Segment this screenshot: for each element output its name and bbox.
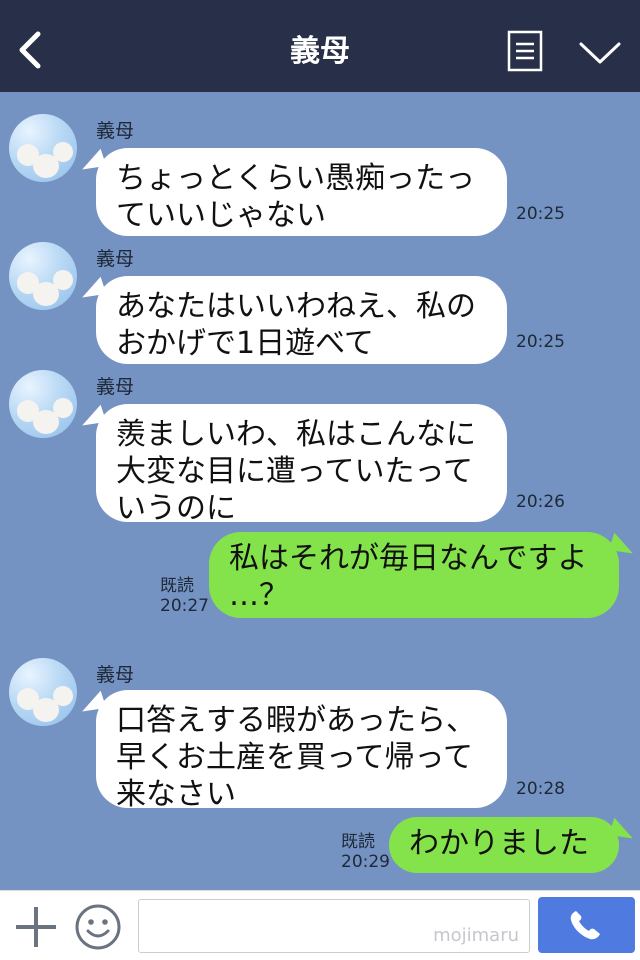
avatar[interactable] (9, 114, 77, 182)
message-line: 羨ましいわ、私はこんなに (116, 417, 476, 452)
message-line: 早くお土産を買って帰って (116, 740, 473, 775)
sender-name: 義母 (96, 120, 135, 142)
chat-title: 義母 (290, 34, 350, 69)
message-line: いうのに (116, 491, 236, 526)
read-receipt: 既読 (341, 832, 375, 852)
emoji-icon[interactable] (74, 903, 122, 951)
message-time: 20:29 (341, 852, 390, 872)
message-list[interactable]: 義母 ちょっとくらい愚痴ったっ ていいじゃない 20:25 義母 あなたはいいわ… (0, 92, 640, 890)
chat-header: 義母 (0, 0, 640, 92)
avatar[interactable] (9, 658, 77, 726)
input-bar: mojimaru (0, 890, 640, 960)
message-time: 20:25 (516, 332, 565, 352)
sender-name: 義母 (96, 376, 135, 398)
message-line: 来なさい (116, 777, 236, 812)
message-line: 大変な目に遭っていたって (116, 454, 473, 489)
message-meta: 既読 20:27 (160, 576, 209, 616)
message-time: 20:27 (160, 596, 209, 616)
watermark: mojimaru (433, 925, 519, 946)
message-bubble[interactable]: わかりました (389, 817, 619, 873)
menu-icon[interactable] (507, 30, 543, 72)
message-time: 20:26 (516, 492, 565, 512)
chevron-down-icon[interactable] (578, 40, 622, 66)
message-bubble[interactable]: ちょっとくらい愚痴ったっ ていいじゃない (96, 148, 507, 236)
message-line: 口答えする暇があったら、 (116, 703, 476, 738)
message-line: 私はそれが毎日なんですよ (229, 541, 588, 576)
message-time: 20:28 (516, 779, 565, 799)
message-line: あなたはいいわねえ、私の (116, 289, 476, 324)
plus-icon[interactable] (14, 905, 58, 949)
message-bubble[interactable]: 口答えする暇があったら、 早くお土産を買って帰って 来なさい (96, 690, 507, 812)
message-line: ていいじゃない (116, 198, 326, 233)
call-button[interactable] (538, 897, 635, 953)
message-meta: 既読 20:29 (341, 832, 390, 872)
read-receipt: 既読 (160, 576, 194, 596)
sender-name: 義母 (96, 248, 135, 270)
message-line: おかげで1日遊べて (116, 326, 374, 361)
message-line: わかりました (409, 826, 589, 861)
message-input[interactable]: mojimaru (138, 899, 530, 953)
message-bubble[interactable]: 私はそれが毎日なんですよ …？ (209, 532, 619, 618)
avatar[interactable] (9, 370, 77, 438)
message-bubble[interactable]: 羨ましいわ、私はこんなに 大変な目に遭っていたって いうのに (96, 404, 507, 526)
message-time: 20:25 (516, 204, 565, 224)
phone-icon (570, 911, 600, 940)
message-bubble[interactable]: あなたはいいわねえ、私の おかげで1日遊べて (96, 276, 507, 364)
message-line: …？ (229, 578, 289, 613)
avatar[interactable] (9, 242, 77, 310)
message-line: ちょっとくらい愚痴ったっ (116, 161, 476, 196)
sender-name: 義母 (96, 664, 135, 686)
